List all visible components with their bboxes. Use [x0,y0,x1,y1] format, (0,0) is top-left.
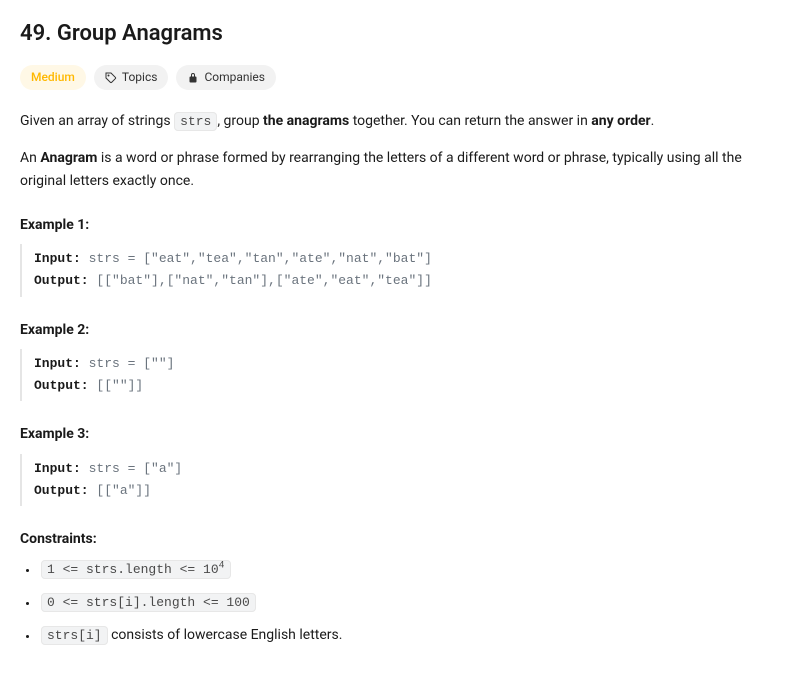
example-label: Example 3: [20,423,780,445]
lock-icon [187,72,199,84]
list-item: strs[i] consists of lowercase English le… [26,624,780,647]
description-p1: Given an array of strings strs, group th… [20,110,780,133]
example-block: Input: strs = [""] Output: [[""]] [20,349,780,401]
topics-label: Topics [122,68,158,87]
problem-description: Given an array of strings strs, group th… [20,110,780,192]
companies-pill[interactable]: Companies [176,65,276,90]
constraints-heading: Constraints: [20,528,780,550]
list-item: 1 <= strs.length <= 104 [26,558,780,581]
inline-code: strs[i] [41,626,108,645]
examples-section: Example 1: Input: strs = ["eat","tea","t… [20,214,780,506]
topics-pill[interactable]: Topics [94,65,169,90]
example-block: Input: strs = ["a"] Output: [["a"]] [20,454,780,506]
example-block: Input: strs = ["eat","tea","tan","ate","… [20,244,780,296]
example-label: Example 2: [20,319,780,341]
tag-icon [105,72,117,84]
description-p2: An Anagram is a word or phrase formed by… [20,147,780,192]
difficulty-pill[interactable]: Medium [20,65,86,90]
inline-code: 0 <= strs[i].length <= 100 [41,593,256,612]
list-item: 0 <= strs[i].length <= 100 [26,591,780,614]
companies-label: Companies [204,68,265,87]
example-label: Example 1: [20,214,780,236]
constraints-list: 1 <= strs.length <= 104 0 <= strs[i].len… [20,558,780,647]
inline-code: 1 <= strs.length <= 104 [41,560,231,579]
problem-title: 49. Group Anagrams [20,16,780,51]
pill-row: Medium Topics Companies [20,65,780,90]
inline-code: strs [174,112,217,131]
